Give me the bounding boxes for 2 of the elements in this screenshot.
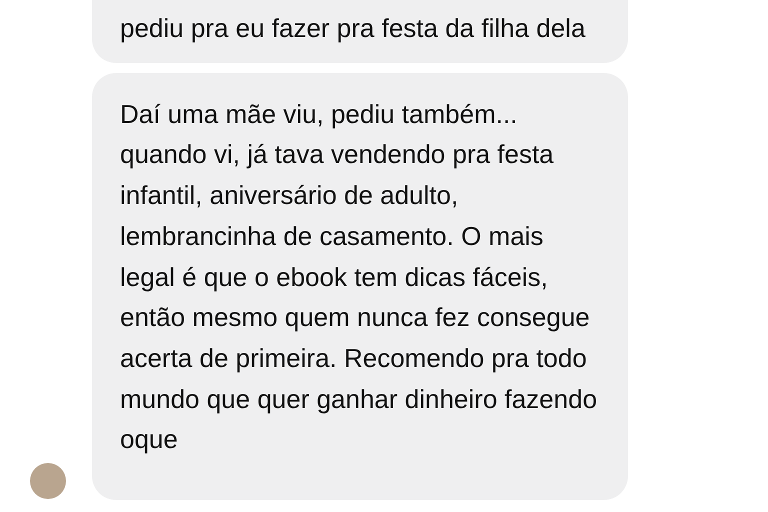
message-bubble: Daí uma mãe viu, pediu também... quando vi, já tava vendendo pra festa infantil, aniversário de adulto, lembrancinha de casamento. O mais legal é que o ebook tem dicas fáceis, então mesmo quem nunca fez consegue acerta de primeira. Recomendo pra todo mundo que quer ganhar dinheiro fazendo oque [92, 72, 628, 500]
message-bubble: pediu pra eu fazer pra festa da filha dela [92, 0, 628, 63]
